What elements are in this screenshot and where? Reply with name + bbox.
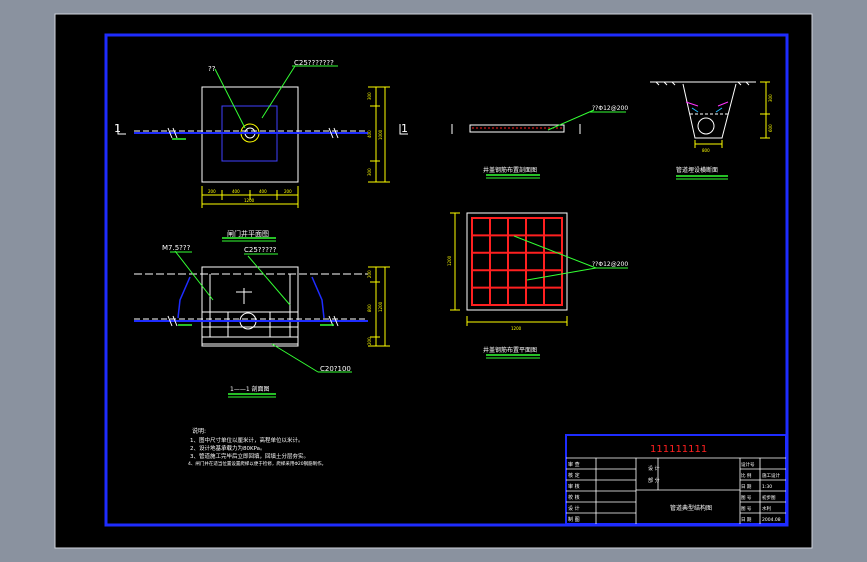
section-dim-total: 1200 — [378, 301, 383, 312]
tb-right-1: 设计号 — [741, 461, 755, 468]
plan-section-left-text: 1 — [114, 122, 121, 135]
notes-line-1: 1、图中尺寸单位以厘米计，高程单位以米计。 — [190, 436, 304, 444]
tb-left-3: 审 核 — [568, 483, 580, 490]
section-title: 1——1 剖面图 — [230, 385, 270, 393]
plan-section-right-text: 1 — [401, 122, 408, 135]
tb-left-1: 审 查 — [568, 461, 580, 468]
tb-left-5: 设 计 — [568, 505, 580, 512]
plan-dim-right-total: 1000 — [378, 129, 383, 140]
trench-dim-right-2: 600 — [768, 124, 773, 132]
plan-label-b: C25??????? — [294, 59, 334, 67]
tb-val-4: 初步图 — [762, 494, 776, 501]
tb-project: 111111111 — [650, 444, 707, 455]
cover-plan-title: 井盖钢筋布置平面图 — [483, 346, 537, 354]
tb-left-2: 核 定 — [568, 472, 580, 479]
trench-title: 管道埋设横断面 — [676, 166, 718, 174]
plan-dim-right-1-text: 300 — [367, 92, 372, 100]
plan-dim-right-2-text: 400 — [367, 130, 372, 138]
tb-mid-1: 设 计 — [648, 465, 660, 472]
tb-right-2: 比 例 — [741, 472, 752, 479]
trench-dim-right-1: 300 — [768, 94, 773, 102]
section-label-base: C20?100 — [320, 365, 351, 373]
plan-dim-2: 400 — [232, 189, 240, 194]
tb-right-6: 日 期 — [741, 517, 752, 523]
tb-right-4: 图 号 — [741, 495, 752, 501]
cover-plan-label: ??Φ12@200 — [592, 261, 628, 268]
tb-left-4: 校 核 — [568, 494, 580, 501]
section-label-pipe: M7.5??? — [162, 244, 191, 252]
plan-title: 闸门井平面图 — [227, 229, 269, 238]
cover-plan-dim-bottom-text: 1200 — [511, 326, 522, 331]
cad-drawing-canvas: ?? C25??????? 1 1 200 400 400 200 1200 3… — [54, 13, 813, 549]
cover-elev-label: ??Φ12@200 — [592, 105, 628, 112]
tb-left-6: 制 图 — [568, 516, 580, 523]
plan-label-a: ?? — [208, 65, 216, 73]
plan-dim-right-3-text: 300 — [367, 168, 372, 176]
notes-line-4: 4、闸门井在适当位置设置爬梯以便于检修，爬梯采用Φ20钢筋制作。 — [188, 460, 326, 467]
drawing-background — [54, 13, 813, 549]
tb-val-2: 施工设计 — [762, 472, 780, 479]
tb-val-3: 1:30 — [762, 484, 772, 490]
section-dim-1: 200 — [367, 270, 372, 278]
tb-right-5: 图 号 — [741, 506, 752, 512]
plan-dim-4: 200 — [284, 189, 292, 194]
tb-val-5: 水利 — [762, 505, 771, 512]
cover-plan-dim-left-text: 1200 — [447, 255, 452, 266]
trench-dim-bottom-text: 800 — [702, 148, 710, 153]
cover-elev-title: 井盖钢筋布置剖面图 — [483, 166, 537, 174]
notes-heading: 说明: — [192, 427, 206, 435]
section-dim-3: 200 — [367, 337, 372, 345]
tb-val-6: 2004.08 — [762, 517, 781, 523]
tb-right-3: 日 期 — [741, 484, 752, 490]
plan-dim-3: 400 — [259, 189, 267, 194]
notes-line-2: 2、设计地基承载力为80KPa。 — [190, 444, 266, 452]
tb-mid-2: 部 分 — [648, 477, 660, 484]
section-dim-2: 800 — [367, 304, 372, 312]
notes-line-3: 3、管道施工完毕后立即回填，回填土分层夯实。 — [190, 452, 309, 460]
plan-dim-1: 200 — [208, 189, 216, 194]
plan-dim-total: 1200 — [244, 198, 255, 203]
tb-drawing-name: 管道典型结构图 — [670, 504, 712, 512]
section-label-cover: C25????? — [244, 246, 277, 254]
